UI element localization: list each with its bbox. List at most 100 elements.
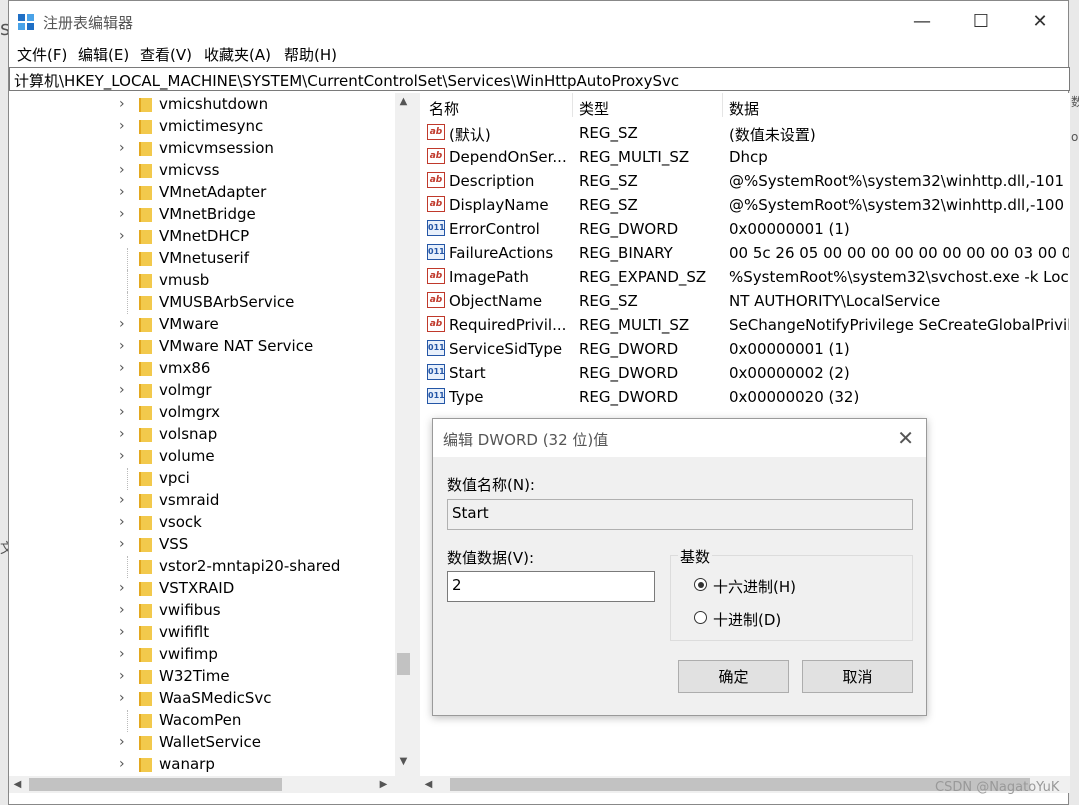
tree-hscroll-thumb[interactable] (29, 778, 282, 791)
tree-item[interactable]: › vwifimp (9, 644, 399, 666)
chevron-right-icon[interactable]: › (119, 118, 125, 134)
tree-item[interactable]: vpci (9, 468, 399, 490)
hex-radio-label[interactable]: 十六进制(H) (713, 576, 796, 597)
scroll-up-icon[interactable]: ▲ (395, 93, 412, 110)
dialog-close-icon[interactable]: ✕ (897, 426, 914, 450)
address-path[interactable]: 计算机\HKEY_LOCAL_MACHINE\SYSTEM\CurrentCon… (14, 70, 679, 91)
column-header-data[interactable]: 数据 (729, 98, 759, 119)
tree-scroll-thumb[interactable] (397, 653, 410, 675)
chevron-right-icon[interactable]: › (119, 536, 125, 552)
scroll-left-icon[interactable]: ◀ (9, 776, 26, 793)
tree-item[interactable]: › VMware NAT Service (9, 336, 399, 358)
column-divider[interactable] (572, 93, 573, 117)
column-header-type[interactable]: 类型 (579, 98, 609, 119)
value-data-input[interactable]: 2 (447, 571, 655, 602)
chevron-right-icon[interactable]: › (119, 602, 125, 618)
tree-item[interactable]: › vwifibus (9, 600, 399, 622)
tree-item[interactable]: › volsnap (9, 424, 399, 446)
menu-view[interactable]: 查看(V) (140, 44, 192, 65)
tree-item[interactable]: › volume (9, 446, 399, 468)
tree-item[interactable]: vstor2-mntapi20-shared (9, 556, 399, 578)
address-bar[interactable]: 计算机\HKEY_LOCAL_MACHINE\SYSTEM\CurrentCon… (9, 67, 1070, 91)
tree-item[interactable]: › VMnetAdapter (9, 182, 399, 204)
tree-item[interactable]: › vmictimesync (9, 116, 399, 138)
tree-item[interactable]: › VSTXRAID (9, 578, 399, 600)
tree-item[interactable]: › vmx86 (9, 358, 399, 380)
value-row[interactable]: 011 FailureActions REG_BINARY 00 5c 26 05 0… (420, 241, 1070, 265)
scroll-down-icon[interactable]: ▼ (395, 753, 412, 770)
chevron-right-icon[interactable]: › (119, 668, 125, 684)
scroll-left-icon[interactable]: ◀ (420, 776, 437, 793)
tree-horizontal-scrollbar[interactable]: ◀ ▶ (9, 776, 412, 793)
chevron-right-icon[interactable]: › (119, 514, 125, 530)
chevron-right-icon[interactable]: › (119, 184, 125, 200)
chevron-right-icon[interactable]: › (119, 162, 125, 178)
cancel-button[interactable]: 取消 (802, 660, 913, 693)
chevron-right-icon[interactable]: › (119, 404, 125, 420)
value-row[interactable]: ab RequiredPrivil... REG_MULTI_SZ SeChangeN… (420, 313, 1070, 337)
value-row[interactable]: 011 ServiceSidType REG_DWORD 0x00000001 (1) (420, 337, 1070, 361)
scroll-right-icon[interactable]: ▶ (375, 776, 392, 793)
tree-item[interactable]: › W32Time (9, 666, 399, 688)
tree-item[interactable]: › vmicvss (9, 160, 399, 182)
tree-item[interactable]: › vmicshutdown (9, 94, 399, 116)
tree-item[interactable]: › volmgrx (9, 402, 399, 424)
decimal-radio[interactable] (694, 611, 707, 624)
chevron-right-icon[interactable]: › (119, 448, 125, 464)
tree-item[interactable]: › vsmraid (9, 490, 399, 512)
chevron-right-icon[interactable]: › (119, 206, 125, 222)
tree-item[interactable]: VMnetuserif (9, 248, 399, 270)
menu-edit[interactable]: 编辑(E) (78, 44, 129, 65)
value-row[interactable]: ab ObjectName REG_SZ NT AUTHORITY\LocalServ… (420, 289, 1070, 313)
tree-item[interactable]: › vsock (9, 512, 399, 534)
title-bar[interactable]: 注册表编辑器 — ☐ ✕ (9, 1, 1068, 41)
chevron-right-icon[interactable]: › (119, 382, 125, 398)
tree-item[interactable]: › VSS (9, 534, 399, 556)
tree-item[interactable]: › WaaSMedicSvc (9, 688, 399, 710)
value-row[interactable]: ab (默认) REG_SZ (数值未设置) (420, 121, 1070, 145)
chevron-right-icon[interactable]: › (119, 316, 125, 332)
tree-item[interactable]: › VMware (9, 314, 399, 336)
menu-file[interactable]: 文件(F) (17, 44, 67, 65)
ok-button[interactable]: 确定 (678, 660, 789, 693)
menu-help[interactable]: 帮助(H) (284, 44, 337, 65)
decimal-radio-label[interactable]: 十进制(D) (713, 609, 781, 630)
value-row[interactable]: 011 Type REG_DWORD 0x00000020 (32) (420, 385, 1070, 409)
tree-item[interactable]: › volmgr (9, 380, 399, 402)
close-button[interactable]: ✕ (1011, 1, 1069, 41)
chevron-right-icon[interactable]: › (119, 360, 125, 376)
value-row[interactable]: ab ImagePath REG_EXPAND_SZ %SystemRoot%\sys… (420, 265, 1070, 289)
tree-item[interactable]: › vmicvmsession (9, 138, 399, 160)
value-row[interactable]: ab DependOnSer... REG_MULTI_SZ Dhcp (420, 145, 1070, 169)
tree-item[interactable]: vmusb (9, 270, 399, 292)
chevron-right-icon[interactable]: › (119, 140, 125, 156)
value-row[interactable]: 011 ErrorControl REG_DWORD 0x00000001 (1) (420, 217, 1070, 241)
tree-item[interactable]: › vwififlt (9, 622, 399, 644)
value-row[interactable]: 011 Start REG_DWORD 0x00000002 (2) (420, 361, 1070, 385)
tree-item[interactable]: › VMnetDHCP (9, 226, 399, 248)
chevron-right-icon[interactable]: › (119, 756, 125, 772)
tree-vertical-scrollbar[interactable]: ▲ ▼ (395, 93, 412, 776)
column-divider[interactable] (722, 93, 723, 117)
chevron-right-icon[interactable]: › (119, 338, 125, 354)
chevron-right-icon[interactable]: › (119, 228, 125, 244)
tree-item[interactable]: WacomPen (9, 710, 399, 732)
chevron-right-icon[interactable]: › (119, 734, 125, 750)
value-row[interactable]: ab Description REG_SZ @%SystemRoot%\system3… (420, 169, 1070, 193)
chevron-right-icon[interactable]: › (119, 624, 125, 640)
chevron-right-icon[interactable]: › (119, 580, 125, 596)
minimize-button[interactable]: — (893, 1, 951, 41)
tree-item[interactable]: VMUSBArbService (9, 292, 399, 314)
pane-splitter[interactable] (412, 93, 420, 793)
menu-favorites[interactable]: 收藏夹(A) (204, 44, 271, 65)
chevron-right-icon[interactable]: › (119, 690, 125, 706)
chevron-right-icon[interactable]: › (119, 426, 125, 442)
chevron-right-icon[interactable]: › (119, 646, 125, 662)
value-row[interactable]: ab DisplayName REG_SZ @%SystemRoot%\system3… (420, 193, 1070, 217)
maximize-button[interactable]: ☐ (952, 1, 1010, 41)
chevron-right-icon[interactable]: › (119, 492, 125, 508)
column-header-name[interactable]: 名称 (429, 98, 459, 119)
hex-radio[interactable] (694, 578, 707, 591)
chevron-right-icon[interactable]: › (119, 96, 125, 112)
tree-item[interactable]: › WalletService (9, 732, 399, 754)
